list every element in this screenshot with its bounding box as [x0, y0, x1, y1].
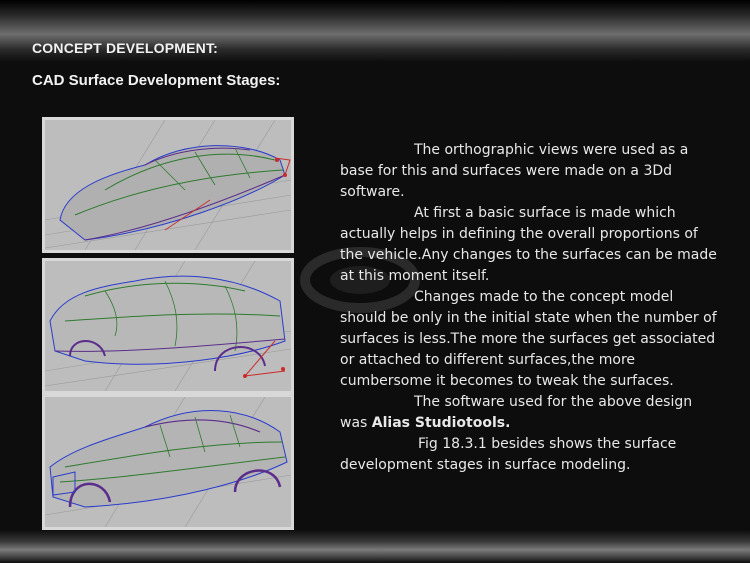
paragraph-1-text: The orthographic views were used as a ba…	[340, 142, 689, 200]
description-text: The orthographic views were used as a ba…	[340, 140, 720, 476]
software-name: Alias Studiotools.	[371, 415, 511, 431]
paragraph-2-text: At first a basic surface is made which a…	[340, 205, 717, 284]
figure-caption-text: Fig 18.3.1 besides shows the surface dev…	[340, 436, 677, 473]
paragraph-1: The orthographic views were used as a ba…	[340, 140, 720, 203]
car-wireframe-stage-1	[45, 120, 291, 250]
paragraph-5: Fig 18.3.1 besides shows the surface dev…	[340, 434, 720, 476]
section-title: CONCEPT DEVELOPMENT:	[32, 40, 219, 56]
page-subtitle: CAD Surface Development Stages:	[32, 72, 281, 89]
figure-stage-3	[42, 394, 294, 530]
paragraph-3-text: Changes made to the concept model should…	[340, 289, 717, 389]
footer-band	[0, 530, 750, 563]
paragraph-3: Changes made to the concept model should…	[340, 287, 720, 392]
figure-stage-2	[42, 258, 294, 394]
car-wireframe-stage-2	[45, 261, 291, 391]
car-wireframe-stage-3	[45, 397, 291, 527]
paragraph-4: The software used for the above design w…	[340, 392, 720, 434]
figure-stage-1	[42, 117, 294, 253]
paragraph-2: At first a basic surface is made which a…	[340, 203, 720, 287]
